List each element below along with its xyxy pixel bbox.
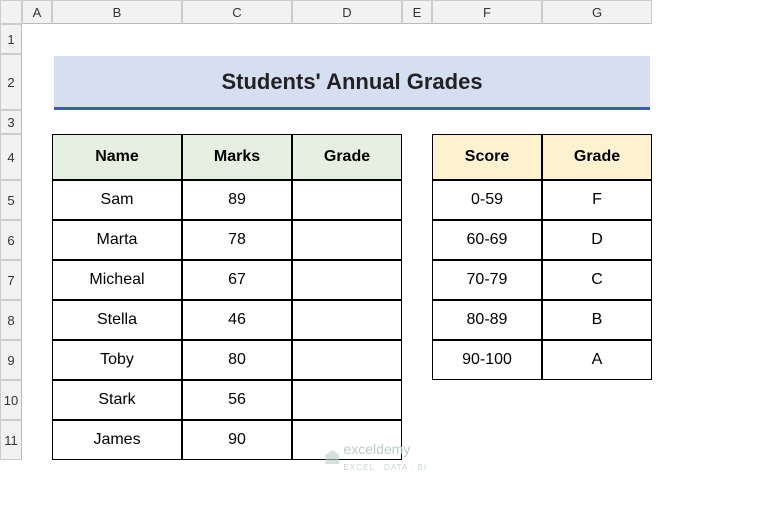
col-header-B[interactable]: B: [52, 0, 182, 24]
cell-name[interactable]: Stella: [52, 300, 182, 340]
cell-kgrade[interactable]: F: [542, 180, 652, 220]
cell-marks[interactable]: 90: [182, 420, 292, 460]
cell-kgrade[interactable]: B: [542, 300, 652, 340]
cell-score[interactable]: 70-79: [432, 260, 542, 300]
watermark-tag: EXCEL . DATA . BI: [343, 463, 427, 472]
row-header-11[interactable]: 11: [0, 420, 22, 460]
row-header-7[interactable]: 7: [0, 260, 22, 300]
row-header-4[interactable]: 4: [0, 134, 22, 180]
cell-grade[interactable]: [292, 220, 402, 260]
cell-marks[interactable]: 67: [182, 260, 292, 300]
row-header-2[interactable]: 2: [0, 54, 22, 110]
cell-kgrade[interactable]: C: [542, 260, 652, 300]
row-header-6[interactable]: 6: [0, 220, 22, 260]
col-header-F[interactable]: F: [432, 0, 542, 24]
col-header-G[interactable]: G: [542, 0, 652, 24]
cell-grade[interactable]: [292, 420, 402, 460]
main-header-marks[interactable]: Marks: [182, 134, 292, 180]
cell-grade[interactable]: [292, 260, 402, 300]
cell-grade[interactable]: [292, 380, 402, 420]
cell-score[interactable]: 80-89: [432, 300, 542, 340]
main-header-name[interactable]: Name: [52, 134, 182, 180]
row-header-5[interactable]: 5: [0, 180, 22, 220]
select-all-corner[interactable]: [0, 0, 22, 24]
cell-name[interactable]: Sam: [52, 180, 182, 220]
row-header-10[interactable]: 10: [0, 380, 22, 420]
col-header-C[interactable]: C: [182, 0, 292, 24]
cell-score[interactable]: 90-100: [432, 340, 542, 380]
main-header-grade[interactable]: Grade: [292, 134, 402, 180]
cell-marks[interactable]: 89: [182, 180, 292, 220]
cell-name[interactable]: Micheal: [52, 260, 182, 300]
cell-name[interactable]: James: [52, 420, 182, 460]
spreadsheet-grid: A B C D E F G 1 2 3 4 5 6 7 8 9 10 11 St…: [0, 0, 767, 460]
row-header-8[interactable]: 8: [0, 300, 22, 340]
key-header-grade[interactable]: Grade: [542, 134, 652, 180]
key-header-score[interactable]: Score: [432, 134, 542, 180]
cell-marks[interactable]: 56: [182, 380, 292, 420]
cell-kgrade[interactable]: D: [542, 220, 652, 260]
cell-grade[interactable]: [292, 180, 402, 220]
row-header-3[interactable]: 3: [0, 110, 22, 134]
cell-grade[interactable]: [292, 300, 402, 340]
page-title: Students' Annual Grades: [54, 56, 650, 110]
cell-marks[interactable]: 46: [182, 300, 292, 340]
cell-marks[interactable]: 80: [182, 340, 292, 380]
cell-kgrade[interactable]: A: [542, 340, 652, 380]
cell-name[interactable]: Stark: [52, 380, 182, 420]
cell-score[interactable]: 60-69: [432, 220, 542, 260]
cell-grade[interactable]: [292, 340, 402, 380]
col-header-E[interactable]: E: [402, 0, 432, 24]
cell-name[interactable]: Toby: [52, 340, 182, 380]
cell-score[interactable]: 0-59: [432, 180, 542, 220]
row-header-1[interactable]: 1: [0, 24, 22, 54]
cell-marks[interactable]: 78: [182, 220, 292, 260]
col-header-D[interactable]: D: [292, 0, 402, 24]
row-header-9[interactable]: 9: [0, 340, 22, 380]
cell-name[interactable]: Marta: [52, 220, 182, 260]
col-header-A[interactable]: A: [22, 0, 52, 24]
